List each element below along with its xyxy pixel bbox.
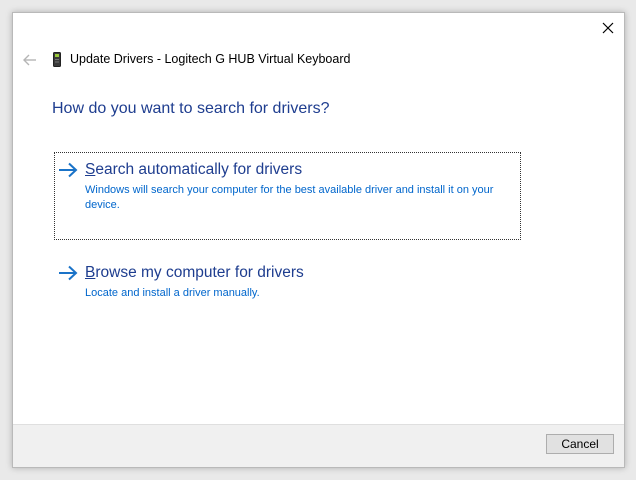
access-key: B <box>85 264 96 281</box>
right-arrow-icon <box>59 265 78 281</box>
close-button[interactable] <box>594 15 622 41</box>
browse-computer-option[interactable]: Browse my computer for drivers Locate an… <box>54 255 521 315</box>
page-heading: How do you want to search for drivers? <box>52 100 330 117</box>
dialog-footer: Cancel <box>13 424 624 467</box>
option-title: Browse my computer for drivers <box>85 264 304 282</box>
dialog-title: Update Drivers - Logitech G HUB Virtual … <box>70 52 351 66</box>
right-arrow-icon <box>59 162 78 178</box>
option-title-text: earch automatically for drivers <box>95 161 303 178</box>
cancel-button[interactable]: Cancel <box>546 434 614 454</box>
access-key: S <box>85 161 96 178</box>
option-title-text: rowse my computer for drivers <box>95 264 304 281</box>
back-arrow-icon <box>23 54 36 66</box>
dialog-header: Update Drivers - Logitech G HUB Virtual … <box>13 49 624 73</box>
option-title: Search automatically for drivers <box>85 161 302 179</box>
option-description: Windows will search your computer for th… <box>85 184 494 211</box>
keyboard-device-icon <box>53 52 61 67</box>
update-drivers-dialog: Update Drivers - Logitech G HUB Virtual … <box>12 12 625 468</box>
option-description: Locate and install a driver manually. <box>85 287 260 299</box>
close-icon <box>602 22 614 34</box>
search-automatically-option[interactable]: Search automatically for drivers Windows… <box>54 152 521 240</box>
back-button[interactable] <box>19 49 41 71</box>
